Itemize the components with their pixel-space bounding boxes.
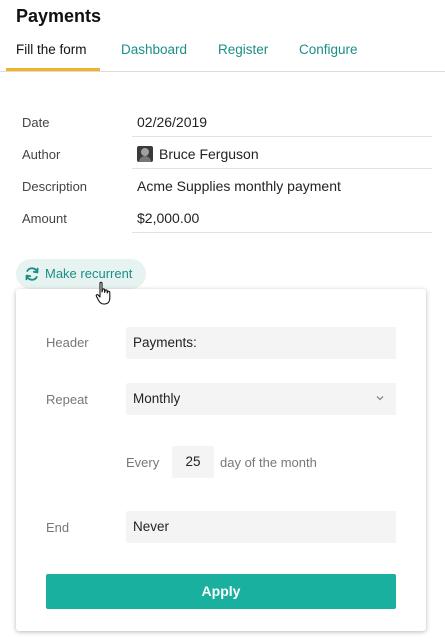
refresh-icon xyxy=(25,267,39,281)
amount-row: Amount $2,000.00 xyxy=(0,204,445,236)
make-recurrent-button[interactable]: Make recurrent xyxy=(16,259,146,289)
tab-configure[interactable]: Configure xyxy=(299,34,358,71)
amount-field[interactable]: $2,000.00 xyxy=(132,204,432,233)
date-field[interactable]: 02/26/2019 xyxy=(132,108,432,137)
every-label: Every xyxy=(126,455,160,470)
recurrence-panel: Header Payments: Repeat Monthly Every 25… xyxy=(16,289,426,631)
end-label: End xyxy=(46,520,70,535)
repeat-select[interactable]: Monthly xyxy=(126,383,396,415)
make-recurrent-label: Make recurrent xyxy=(45,266,133,281)
description-row: Description Acme Supplies monthly paymen… xyxy=(0,172,445,204)
header-label: Header xyxy=(46,335,89,350)
tab-dashboard[interactable]: Dashboard xyxy=(121,34,187,71)
avatar xyxy=(137,146,153,162)
tab-register[interactable]: Register xyxy=(218,34,268,71)
author-name: Bruce Ferguson xyxy=(159,146,259,162)
apply-button[interactable]: Apply xyxy=(46,574,396,609)
day-of-month-input[interactable]: 25 xyxy=(172,446,214,478)
amount-label: Amount xyxy=(22,211,67,226)
description-label: Description xyxy=(22,179,88,194)
date-row: Date 02/26/2019 xyxy=(0,108,445,140)
author-label: Author xyxy=(22,147,61,162)
chevron-down-icon xyxy=(376,396,384,401)
active-tab-indicator xyxy=(6,68,100,71)
day-of-month-label: day of the month xyxy=(220,455,317,470)
hand-cursor-icon xyxy=(95,281,111,305)
description-field[interactable]: Acme Supplies monthly payment xyxy=(132,172,432,201)
header-input[interactable]: Payments: xyxy=(126,327,396,359)
tab-fill-the-form[interactable]: Fill the form xyxy=(16,34,87,71)
author-row: Author Bruce Ferguson xyxy=(0,140,445,172)
repeat-value: Monthly xyxy=(133,391,181,406)
date-label: Date xyxy=(22,115,50,130)
tab-bar: Fill the form Dashboard Register Configu… xyxy=(0,34,445,72)
page-title: Payments xyxy=(16,6,102,26)
author-field[interactable]: Bruce Ferguson xyxy=(132,140,432,169)
repeat-label: Repeat xyxy=(46,392,88,407)
end-input[interactable]: Never xyxy=(126,511,396,543)
